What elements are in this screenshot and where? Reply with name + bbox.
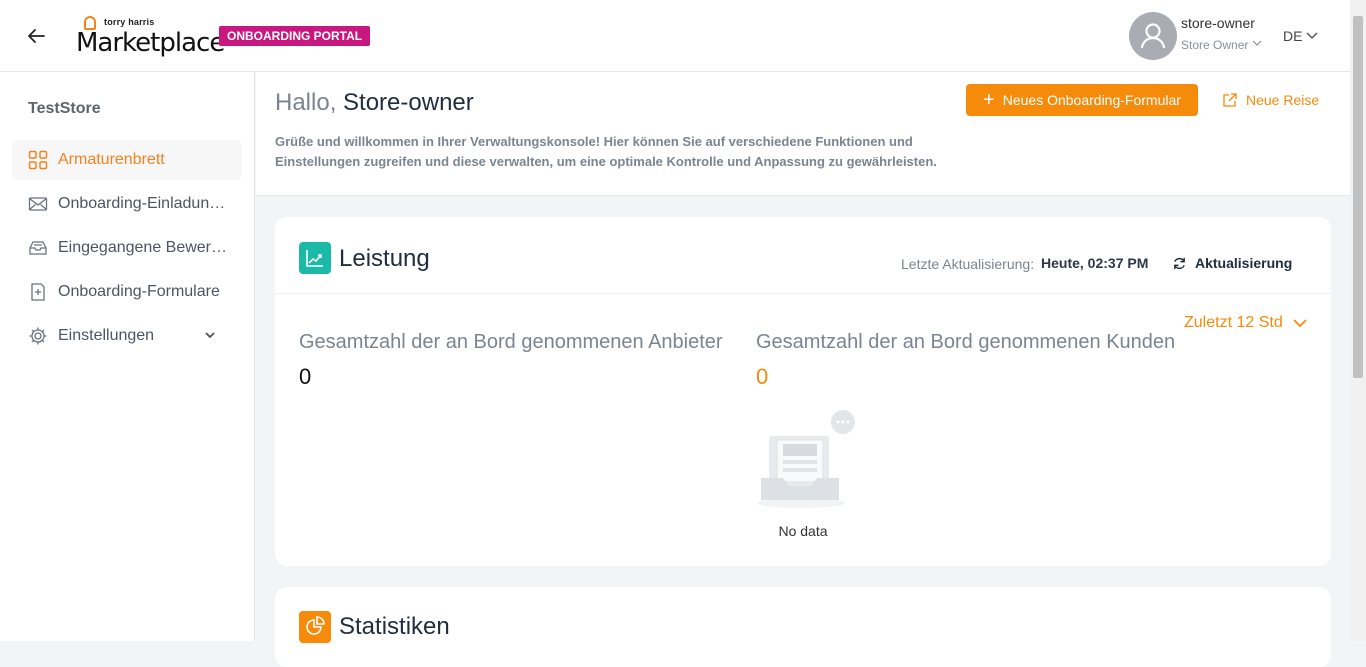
new-onboarding-form-label: Neues Onboarding-Formular <box>1002 92 1181 108</box>
sidebar-item-label: Einstellungen <box>58 327 155 344</box>
new-onboarding-form-button[interactable]: + Neues Onboarding-Formular <box>966 84 1198 116</box>
gear-icon <box>29 327 47 345</box>
line-chart-icon <box>299 242 331 274</box>
plus-icon: + <box>983 89 995 111</box>
statistics-title: Statistiken <box>339 613 450 640</box>
new-journey-link[interactable]: Neue Reise <box>1222 92 1319 108</box>
customers-stat-label: Gesamtzahl der an Bord genommenen Kunden <box>756 331 1176 353</box>
welcome-message: Grüße und willkommen in Ihrer Verwaltung… <box>275 134 937 169</box>
inbox-tray-icon <box>29 241 47 255</box>
pie-chart-icon <box>299 611 331 643</box>
sidebar-nav: Armaturenbrett Onboarding-Einladungen Ei… <box>12 140 242 360</box>
performance-title: Leistung <box>339 245 430 272</box>
sidebar-item-settings[interactable]: Einstellungen <box>12 316 242 356</box>
scrollbar-thumb[interactable] <box>1353 16 1363 378</box>
sidebar-item-dashboard[interactable]: Armaturenbrett <box>12 140 242 180</box>
performance-card: Leistung Letzte Aktualisierung: Heute, 0… <box>275 217 1331 566</box>
last-update-value: Heute, 02:37 PM <box>1041 255 1149 271</box>
external-link-icon <box>1223 93 1237 107</box>
onboarding-portal-badge: ONBOARDING PORTAL <box>219 26 371 46</box>
statistics-card: Statistiken <box>275 587 1331 667</box>
language-selector[interactable]: DE <box>1283 28 1302 44</box>
last-update-label: Letzte Aktualisierung: <box>901 256 1035 272</box>
marketplace-logo[interactable]: torry harris Marketplace <box>74 16 225 58</box>
chevron-down-icon[interactable] <box>1306 31 1318 40</box>
sidebar-item-applications[interactable]: Eingegangene Bewerbungen <box>12 228 242 268</box>
envelope-icon <box>28 197 48 211</box>
logo-brand-name: Marketplace <box>76 28 225 58</box>
vendors-stat-label: Gesamtzahl der an Bord genommenen Anbiet… <box>299 331 723 353</box>
sidebar-item-invitations[interactable]: Onboarding-Einladungen <box>12 184 242 224</box>
chevron-down-icon[interactable] <box>204 330 216 340</box>
top-bar: torry harris Marketplace ONBOARDING PORT… <box>0 0 1350 72</box>
user-role[interactable]: Store Owner <box>1181 38 1248 52</box>
page-scrollbar[interactable] <box>1350 0 1366 641</box>
dashboard-grid-icon <box>28 150 48 170</box>
avatar[interactable] <box>1129 12 1177 60</box>
sidebar-item-forms[interactable]: Onboarding-Formulare <box>12 272 242 312</box>
sidebar-item-label: Onboarding-Formulare <box>58 283 220 300</box>
user-name[interactable]: store-owner <box>1181 15 1255 31</box>
chevron-down-icon[interactable] <box>1252 39 1262 47</box>
new-journey-label: Neue Reise <box>1246 92 1320 108</box>
store-name: TestStore <box>28 100 101 117</box>
customers-stat-value: 0 <box>756 364 769 389</box>
sidebar-item-label: Onboarding-Einladungen <box>58 195 228 212</box>
empty-inbox-icon <box>757 410 855 508</box>
back-arrow-icon[interactable] <box>24 24 48 48</box>
sidebar: TestStore Armaturenbrett Onboarding-Einl… <box>0 72 255 641</box>
greeting-name: Store-owner <box>343 89 474 116</box>
logo-brand-small: torry harris <box>104 17 155 27</box>
greeting-text: Hallo, <box>275 89 337 116</box>
refresh-label: Aktualisierung <box>1195 255 1293 271</box>
user-icon <box>1140 23 1166 49</box>
sidebar-item-label: Armaturenbrett <box>58 151 165 168</box>
no-data-text: No data <box>778 523 828 539</box>
welcome-panel: Hallo, Store-owner Grüße und willkommen … <box>256 72 1350 196</box>
refresh-icon <box>1174 257 1185 269</box>
time-range-dropdown[interactable]: Zuletzt 12 Std <box>1184 314 1307 332</box>
performance-card-header: Leistung Letzte Aktualisierung: Heute, 0… <box>275 217 1331 294</box>
refresh-button[interactable]: Aktualisierung <box>1172 255 1292 271</box>
vendors-stat-value: 0 <box>299 364 312 389</box>
page-title: Hallo, Store-owner <box>275 89 474 117</box>
form-document-icon <box>31 283 45 301</box>
chevron-down-icon <box>1293 319 1307 328</box>
time-range-label: Zuletzt 12 Std <box>1184 314 1283 331</box>
sidebar-item-label: Eingegangene Bewerbungen <box>58 239 228 256</box>
